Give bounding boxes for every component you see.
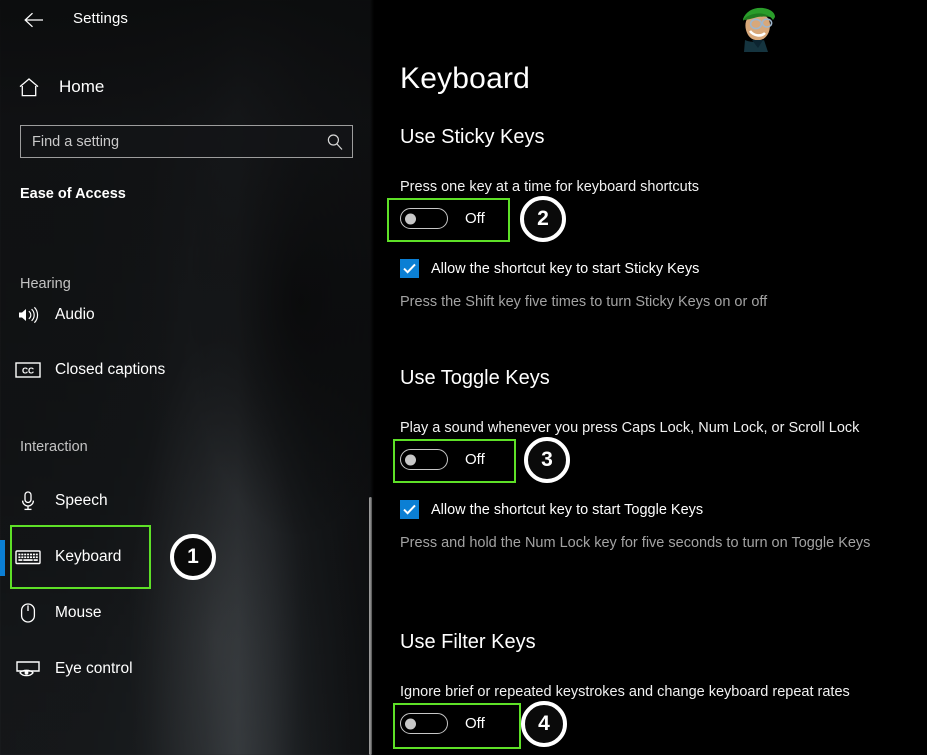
section-heading-filter-keys: Use Filter Keys [400, 631, 536, 653]
toggle-keys-shortcut-checkbox-label: Allow the shortcut key to start Toggle K… [431, 501, 704, 518]
sticky-keys-shortcut-checkbox-row[interactable]: Allow the shortcut key to start Sticky K… [400, 259, 699, 278]
sticky-keys-toggle[interactable]: Off [400, 208, 485, 229]
sidebar-section-hearing-title: Hearing [20, 276, 71, 292]
filter-keys-toggle-switch[interactable] [400, 713, 448, 734]
toggle-knob [405, 454, 416, 465]
sticky-keys-toggle-switch[interactable] [400, 208, 448, 229]
sidebar-item-home-label: Home [59, 77, 105, 96]
annotation-marker-4: 4 [521, 701, 567, 747]
filter-keys-toggle[interactable]: Off [400, 713, 485, 734]
home-icon [7, 77, 51, 98]
annotation-marker-3: 3 [524, 437, 570, 483]
sticky-keys-toggle-state: Off [465, 210, 485, 227]
filter-keys-toggle-state: Off [465, 715, 485, 732]
annotation-marker-2: 2 [520, 196, 566, 242]
user-avatar[interactable] [732, 4, 784, 52]
search-box[interactable] [20, 125, 353, 158]
settings-main-panel: Keyboard Use Sticky Keys Press one key a… [374, 0, 927, 755]
microphone-icon [11, 490, 45, 512]
back-arrow-icon[interactable] [18, 6, 50, 34]
audio-speaker-icon [11, 306, 45, 324]
keyboard-icon [11, 548, 45, 566]
sidebar-item-speech[interactable]: Speech [11, 481, 301, 521]
sidebar-section-interaction-title: Interaction [20, 439, 88, 455]
toggle-keys-hint: Press and hold the Num Lock key for five… [400, 535, 871, 551]
sidebar-item-mouse-label: Mouse [55, 604, 102, 621]
sidebar-item-home[interactable]: Home [0, 68, 374, 106]
section-desc-filter-keys: Ignore brief or repeated keystrokes and … [400, 684, 850, 700]
titlebar: Settings [0, 0, 374, 40]
sticky-keys-shortcut-checkbox-label: Allow the shortcut key to start Sticky K… [431, 260, 700, 277]
sidebar-item-speech-label: Speech [55, 492, 108, 509]
sidebar-item-keyboard-label: Keyboard [55, 548, 122, 565]
toggle-knob [405, 213, 416, 224]
sidebar-item-audio[interactable]: Audio [11, 295, 301, 335]
search-icon[interactable] [318, 133, 352, 151]
mouse-icon [11, 602, 45, 624]
annotation-marker-1: 1 [170, 534, 216, 580]
toggle-knob [405, 718, 416, 729]
sidebar-item-closed-captions-label: Closed captions [55, 361, 166, 378]
eye-control-icon [11, 659, 45, 679]
section-heading-toggle-keys: Use Toggle Keys [400, 367, 550, 389]
sidebar-item-closed-captions[interactable]: CC Closed captions [11, 350, 301, 390]
search-input[interactable] [21, 132, 318, 151]
sticky-keys-shortcut-checkbox[interactable] [400, 259, 419, 278]
settings-sidebar: Settings Home Ease of Access Hearing [0, 0, 374, 755]
closed-captions-icon: CC [11, 361, 45, 379]
app-title: Settings [73, 10, 128, 27]
page-title: Keyboard [400, 62, 531, 95]
sidebar-item-keyboard[interactable]: Keyboard [11, 537, 301, 577]
toggle-keys-toggle[interactable]: Off [400, 449, 485, 470]
toggle-keys-toggle-switch[interactable] [400, 449, 448, 470]
sticky-keys-hint: Press the Shift key five times to turn S… [400, 294, 768, 310]
sidebar-selection-accent-bar [0, 540, 5, 576]
toggle-keys-shortcut-checkbox[interactable] [400, 500, 419, 519]
sidebar-item-mouse[interactable]: Mouse [11, 593, 301, 633]
section-desc-toggle-keys: Play a sound whenever you press Caps Loc… [400, 420, 860, 436]
toggle-keys-toggle-state: Off [465, 451, 485, 468]
sidebar-item-eye-control[interactable]: Eye control [11, 649, 301, 689]
toggle-keys-shortcut-checkbox-row[interactable]: Allow the shortcut key to start Toggle K… [400, 500, 703, 519]
sidebar-item-audio-label: Audio [55, 306, 95, 323]
sidebar-item-eye-control-label: Eye control [55, 660, 133, 677]
sidebar-group-title: Ease of Access [20, 186, 126, 202]
section-desc-sticky-keys: Press one key at a time for keyboard sho… [400, 179, 699, 195]
section-heading-sticky-keys: Use Sticky Keys [400, 126, 545, 148]
svg-text:CC: CC [22, 366, 34, 376]
